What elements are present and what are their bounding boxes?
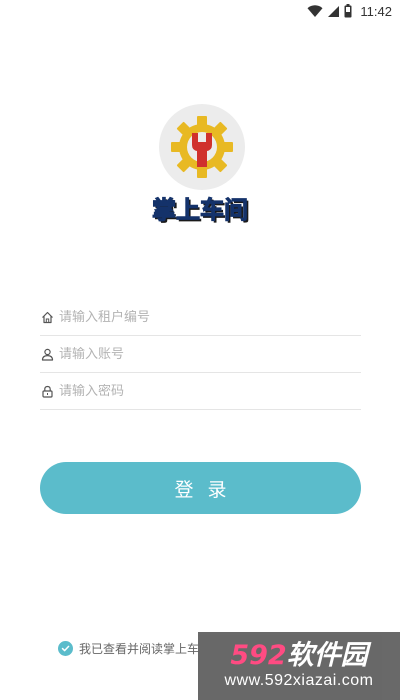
- watermark-brand: 592软件园: [230, 641, 367, 671]
- app-name: 掌上车间: [152, 196, 249, 225]
- battery-icon: [344, 4, 352, 18]
- watermark-brand-text: 软件园: [286, 640, 368, 671]
- account-input[interactable]: [59, 347, 339, 362]
- user-icon: [40, 348, 54, 362]
- agreement-text: 我已查看并阅读掌上车: [79, 642, 200, 656]
- watermark-overlay: 592软件园 www.592xiazai.com: [198, 632, 400, 700]
- tenant-input[interactable]: [59, 310, 339, 325]
- wifi-icon: [307, 4, 323, 18]
- password-field: [40, 374, 361, 410]
- lock-icon: [40, 385, 54, 399]
- app-logo: [159, 104, 245, 190]
- agreement-checkbox[interactable]: [58, 641, 73, 656]
- watermark-brand-number: 592: [230, 640, 287, 671]
- watermark-url: www.592xiazai.com: [224, 672, 374, 689]
- password-input[interactable]: [59, 384, 339, 399]
- home-icon: [40, 311, 54, 325]
- status-time: 11:42: [360, 3, 392, 19]
- login-screen: 11:42 掌上车间 请输入租户编号 请输入账号 登录 我已查看并阅读掌上车 5…: [0, 0, 400, 700]
- status-bar: 11:42: [0, 0, 400, 22]
- gear-wrench-logo-icon: [171, 116, 233, 178]
- account-field: [40, 337, 361, 373]
- login-button[interactable]: 登录: [40, 462, 361, 514]
- signal-icon: [327, 5, 340, 18]
- tenant-field: [40, 300, 361, 336]
- check-icon: [61, 645, 70, 652]
- agreement-row: 我已查看并阅读掌上车: [58, 640, 199, 657]
